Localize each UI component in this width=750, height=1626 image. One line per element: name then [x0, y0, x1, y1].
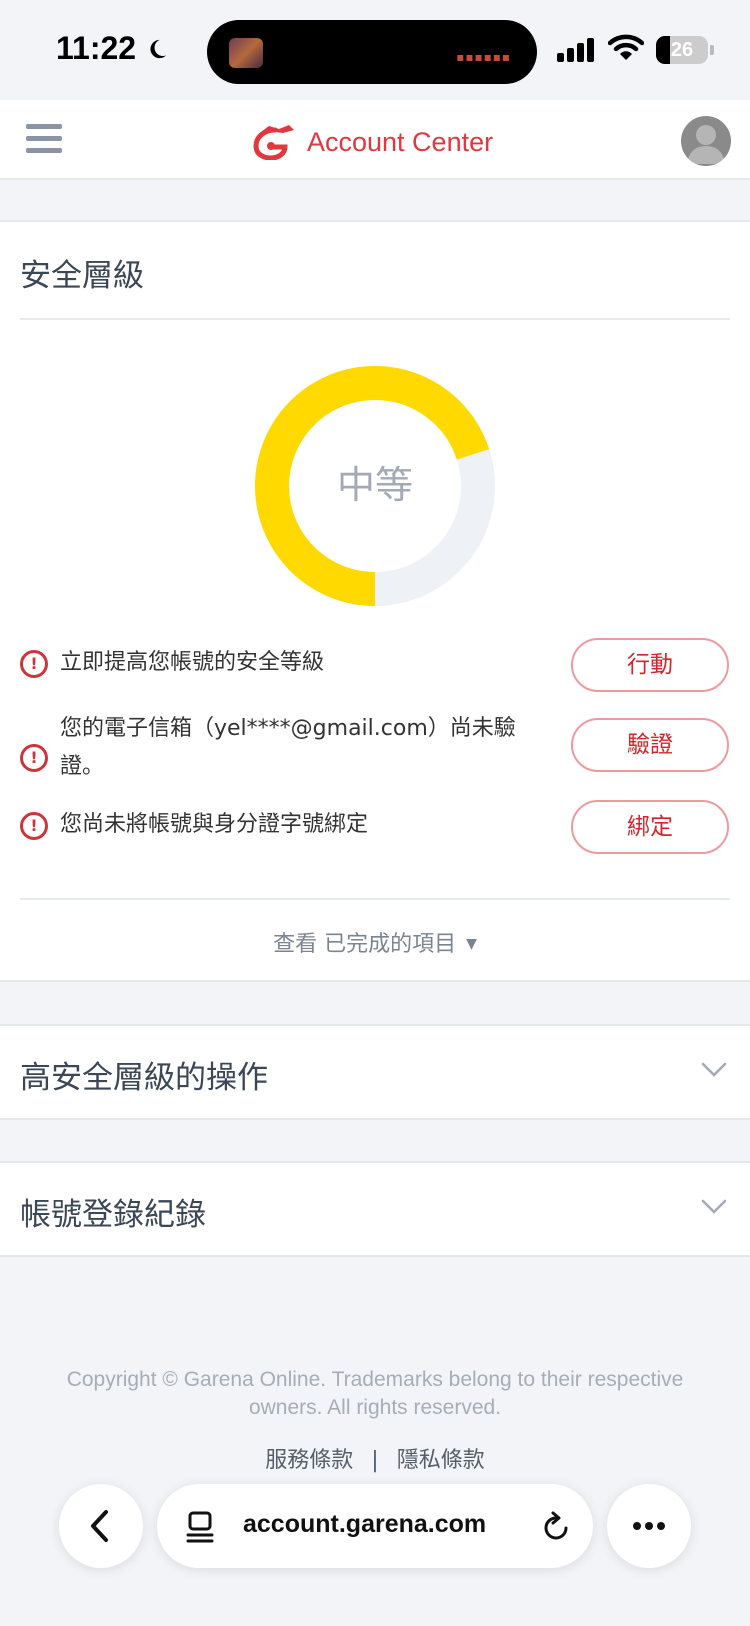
login-history-section[interactable]: 帳號登錄紀錄: [0, 1161, 750, 1257]
status-bar: 11:22 ▪▪▪▪▪▪ 26: [0, 0, 750, 100]
task-row: ! 您的電子信箱（yel****@gmail.com）尚未驗證。 驗證: [20, 706, 730, 796]
brand-title: Account Center: [307, 126, 494, 157]
link-separator: |: [371, 1448, 379, 1473]
url-text: account.garena.com: [243, 1510, 487, 1538]
view-completed-label: 查看 已完成的項目: [273, 932, 457, 957]
privacy-policy-link[interactable]: 隱私條款: [397, 1448, 485, 1473]
task-row: ! 您尚未將帳號與身分證字號綁定 綁定: [20, 796, 730, 856]
alert-icon: !: [20, 744, 48, 772]
alert-icon: !: [20, 650, 48, 678]
security-level-title: 安全層級: [20, 258, 144, 294]
chevron-down-icon: [701, 1062, 727, 1077]
security-level-card: 安全層級 中等 ! 立即提高您帳號的安全等級 行動 ! 您的電子信箱（yel**…: [0, 220, 750, 982]
wifi-icon: [608, 34, 644, 60]
cellular-signal-icon: [557, 38, 594, 62]
page-menu-icon[interactable]: [185, 1510, 217, 1544]
dynamic-island[interactable]: ▪▪▪▪▪▪: [207, 20, 537, 84]
security-level-label: 中等: [336, 463, 413, 507]
now-playing-thumbnail: [229, 38, 263, 68]
user-avatar-icon: [687, 125, 725, 164]
divider: [20, 898, 730, 900]
copyright-text: Copyright © Garena Online. Trademarks be…: [66, 1368, 684, 1419]
battery-nub: [710, 45, 714, 55]
task-text: 立即提高您帳號的安全等級: [60, 650, 325, 675]
garena-logo-icon: [253, 125, 294, 160]
chevron-left-icon: [91, 1510, 108, 1542]
divider: [20, 318, 730, 320]
audio-wave-icon: ▪▪▪▪▪▪: [456, 50, 511, 64]
avatar[interactable]: [681, 116, 731, 166]
chevron-down-icon: [701, 1199, 727, 1214]
more-options-button[interactable]: [607, 1484, 691, 1568]
verify-button[interactable]: 驗證: [571, 718, 729, 772]
caret-down-icon: ▼: [466, 936, 477, 952]
alert-icon: !: [20, 812, 48, 840]
high-security-operations-section[interactable]: 高安全層級的操作: [0, 1024, 750, 1120]
action-button[interactable]: 行動: [571, 638, 729, 692]
footer-links: 服務條款 | 隱私條款: [0, 1442, 750, 1474]
battery-level: 26: [670, 39, 694, 61]
task-text: 您的電子信箱（yel****@gmail.com）尚未驗證。: [60, 716, 516, 779]
status-time: 11:22: [56, 30, 137, 66]
hamburger-menu-icon[interactable]: [26, 124, 62, 154]
battery-icon: 26: [656, 36, 708, 64]
moon-icon: [150, 39, 167, 59]
section-title: 帳號登錄紀錄: [20, 1197, 206, 1233]
brand[interactable]: Account Center: [253, 122, 493, 162]
section-title: 高安全層級的操作: [20, 1060, 268, 1096]
terms-of-service-link[interactable]: 服務條款: [265, 1448, 353, 1473]
reload-icon[interactable]: [541, 1510, 573, 1544]
task-text: 您尚未將帳號與身分證字號綁定: [60, 812, 369, 837]
task-row: ! 立即提高您帳號的安全等級 行動: [20, 634, 730, 694]
address-bar[interactable]: account.garena.com: [157, 1484, 593, 1568]
back-button[interactable]: [59, 1484, 143, 1568]
app-header: Account Center: [0, 100, 750, 180]
view-completed-toggle[interactable]: 查看 已完成的項目 ▼: [0, 926, 750, 958]
more-dots-icon: [633, 1522, 665, 1530]
bind-button[interactable]: 綁定: [571, 800, 729, 854]
